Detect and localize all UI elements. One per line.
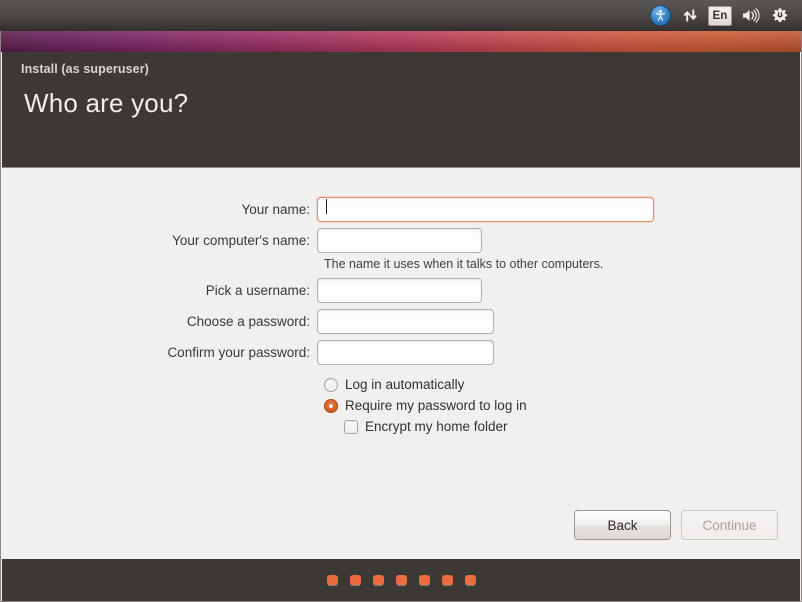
- ubuntu-brand-gradient-strip: [1, 31, 801, 52]
- accessibility-icon[interactable]: [646, 2, 674, 30]
- form-row-your-name: Your name:: [2, 197, 800, 222]
- progress-dot: [418, 575, 430, 585]
- user-setup-form: Your name: Your computer's name: The nam…: [2, 197, 800, 440]
- password-input[interactable]: [317, 309, 494, 334]
- computer-name-hint-row: The name it uses when it talks to other …: [2, 257, 800, 271]
- network-updown-glyph: [683, 9, 697, 22]
- back-button[interactable]: Back: [574, 510, 671, 540]
- system-top-panel: En: [0, 0, 802, 31]
- continue-button[interactable]: Continue: [681, 510, 778, 540]
- installer-window: Install (as superuser) Who are you? Your…: [0, 31, 802, 602]
- progress-dot: [464, 575, 476, 585]
- installer-footer: [2, 559, 800, 601]
- label-require-my-password: Require my password to log in: [345, 398, 527, 413]
- accessibility-glyph: [655, 10, 665, 21]
- gear-power-glyph: [772, 7, 788, 22]
- label-computer-name: Your computer's name:: [172, 233, 310, 248]
- installer-screen: En Install (as superuser) Who are you? Y…: [0, 0, 802, 602]
- progress-dot: [349, 575, 361, 585]
- radio-require-my-password[interactable]: [324, 398, 338, 413]
- window-title-block: Install (as superuser) Who are you?: [2, 52, 800, 168]
- option-row-login-automatically[interactable]: Log in automatically: [2, 377, 800, 392]
- speaker-glyph: [742, 8, 760, 23]
- confirm-password-input[interactable]: [317, 340, 494, 365]
- keyboard-layout-indicator[interactable]: En: [706, 2, 734, 30]
- computer-name-hint: The name it uses when it talks to other …: [324, 257, 604, 271]
- window-title: Install (as superuser): [21, 62, 149, 76]
- progress-dot: [395, 575, 407, 585]
- label-log-in-automatically: Log in automatically: [345, 377, 465, 392]
- installer-content: Your name: Your computer's name: The nam…: [2, 168, 800, 558]
- label-password: Choose a password:: [186, 314, 310, 329]
- network-icon[interactable]: [676, 2, 704, 30]
- progress-dot: [441, 575, 453, 585]
- page-title: Who are you?: [24, 88, 189, 118]
- navigation-button-bar: Back Continue: [574, 510, 778, 540]
- username-input[interactable]: [317, 278, 482, 303]
- text-caret: [326, 199, 327, 215]
- progress-dots: [326, 575, 476, 585]
- form-row-password: Choose a password:: [2, 309, 800, 334]
- label-your-name: Your name:: [241, 202, 310, 217]
- form-row-confirm-password: Confirm your password:: [2, 340, 800, 365]
- form-row-computer-name: Your computer's name:: [2, 228, 800, 253]
- checkbox-encrypt-home-folder[interactable]: [344, 419, 358, 434]
- label-username: Pick a username:: [205, 283, 310, 298]
- computer-name-input[interactable]: [317, 228, 482, 253]
- option-row-encrypt-home[interactable]: Encrypt my home folder: [2, 419, 800, 434]
- session-power-icon[interactable]: [766, 2, 794, 30]
- radio-log-in-automatically[interactable]: [324, 377, 338, 392]
- form-row-username: Pick a username:: [2, 278, 800, 303]
- volume-icon[interactable]: [736, 2, 764, 30]
- your-name-input[interactable]: [317, 197, 654, 222]
- label-confirm-password: Confirm your password:: [167, 345, 310, 360]
- option-row-require-password[interactable]: Require my password to log in: [2, 398, 800, 413]
- login-options-group: Log in automatically Require my password…: [2, 377, 800, 434]
- keyboard-layout-label: En: [708, 5, 732, 26]
- progress-dot: [326, 575, 338, 585]
- label-encrypt-home-folder: Encrypt my home folder: [365, 419, 508, 434]
- progress-dot: [372, 575, 384, 585]
